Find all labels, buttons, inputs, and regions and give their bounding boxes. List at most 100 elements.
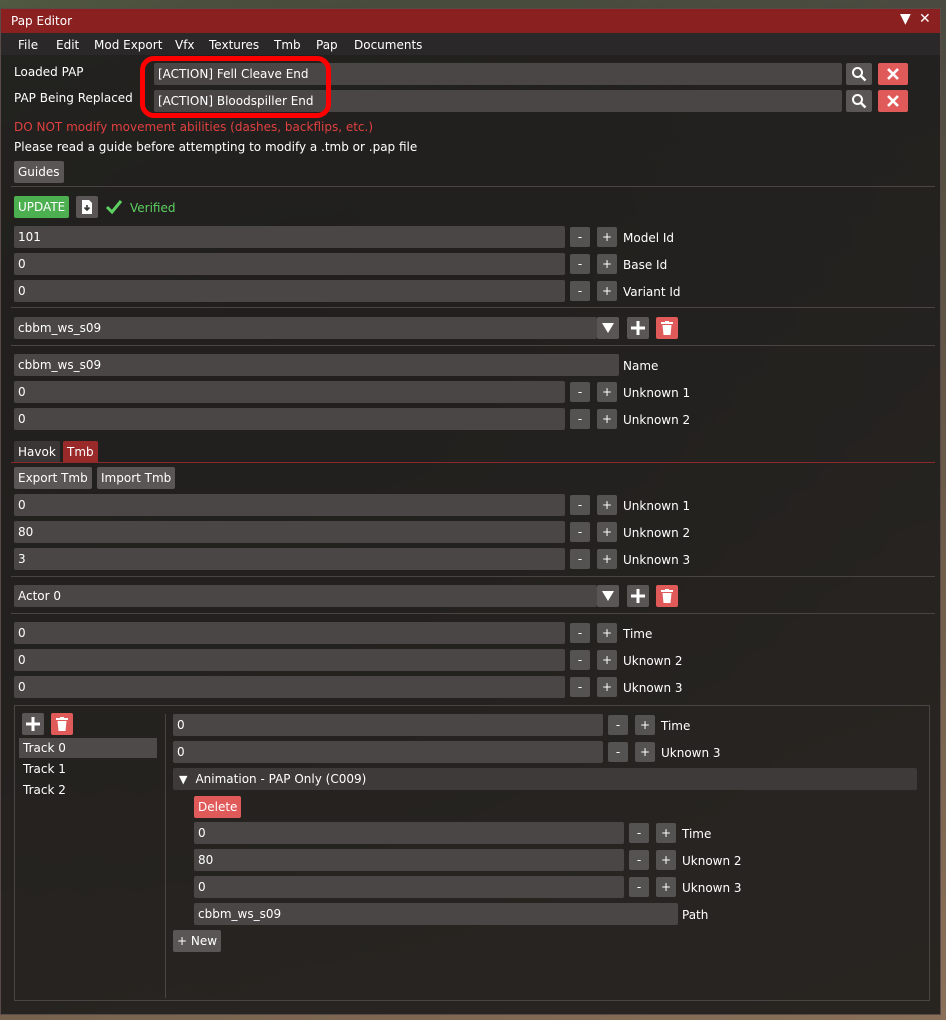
actor-time-increment[interactable]: +: [597, 623, 617, 643]
track-item-2[interactable]: Track 2: [19, 780, 157, 800]
tmb-unknown2-input[interactable]: 80: [14, 521, 565, 543]
tmb-unknown1-decrement[interactable]: -: [570, 495, 590, 515]
model-id-increment[interactable]: +: [597, 227, 617, 247]
update-button[interactable]: UPDATE: [14, 196, 70, 218]
entry-time-input[interactable]: 0: [194, 822, 624, 844]
window-title: Pap Editor: [11, 14, 72, 28]
entry-unknown3-input[interactable]: 0: [194, 876, 624, 898]
replaced-clear-button[interactable]: [878, 90, 908, 112]
menu-textures[interactable]: Textures: [209, 38, 259, 52]
menu-documents[interactable]: Documents: [354, 38, 422, 52]
anim-unknown1-increment[interactable]: +: [597, 382, 617, 402]
export-tmb-button[interactable]: Export Tmb: [14, 467, 92, 489]
track-item-1[interactable]: Track 1: [19, 759, 157, 779]
search-icon: [852, 94, 867, 109]
divider: [11, 613, 935, 614]
actor-unknown3-increment[interactable]: +: [597, 677, 617, 697]
delete-actor-button[interactable]: [656, 585, 678, 607]
track-time-input[interactable]: 0: [173, 714, 603, 736]
actor-time-input[interactable]: 0: [14, 622, 565, 644]
tmb-unknown3-label: Unknown 3: [623, 553, 691, 567]
menu-file[interactable]: File: [18, 38, 38, 52]
track-unknown3-increment[interactable]: +: [635, 742, 655, 762]
actor-unknown2-input[interactable]: 0: [14, 649, 565, 671]
model-id-input[interactable]: 101: [14, 226, 565, 248]
delete-animation-button[interactable]: [656, 317, 678, 339]
animation-select[interactable]: cbbm_ws_s09: [14, 317, 597, 339]
entry-time-decrement[interactable]: -: [629, 823, 649, 843]
close-icon: [887, 95, 899, 107]
actor-unknown2-decrement[interactable]: -: [570, 650, 590, 670]
menu-edit[interactable]: Edit: [56, 38, 79, 52]
entry-unknown2-decrement[interactable]: -: [629, 850, 649, 870]
anim-name-label: Name: [623, 359, 659, 373]
base-id-input[interactable]: 0: [14, 253, 565, 275]
close-icon[interactable]: ✕: [919, 11, 931, 27]
anim-unknown2-increment[interactable]: +: [597, 409, 617, 429]
tmb-unknown3-increment[interactable]: +: [597, 549, 617, 569]
track-time-decrement[interactable]: -: [608, 715, 628, 735]
variant-id-input[interactable]: 0: [14, 280, 565, 302]
menu-mod-export[interactable]: Mod Export: [94, 38, 162, 52]
loaded-search-button[interactable]: [846, 63, 872, 85]
entry-unknown2-increment[interactable]: +: [656, 850, 676, 870]
entry-unknown3-label: Uknown 3: [682, 881, 742, 895]
track-unknown3-decrement[interactable]: -: [608, 742, 628, 762]
guides-button[interactable]: Guides: [14, 161, 64, 183]
anim-unknown1-decrement[interactable]: -: [570, 382, 590, 402]
menu-vfx[interactable]: Vfx: [175, 38, 195, 52]
actor-select[interactable]: Actor 0: [14, 585, 597, 607]
chevron-down-icon: ▼: [179, 773, 188, 786]
actor-select-dropdown[interactable]: [597, 585, 619, 607]
menu-tmb[interactable]: Tmb: [274, 38, 301, 52]
entry-time-increment[interactable]: +: [656, 823, 676, 843]
actor-unknown3-decrement[interactable]: -: [570, 677, 590, 697]
entry-unknown3-increment[interactable]: +: [656, 877, 676, 897]
file-download-button[interactable]: [76, 196, 98, 218]
menu-pap[interactable]: Pap: [316, 38, 338, 52]
model-id-decrement[interactable]: -: [570, 227, 590, 247]
track-item-0[interactable]: Track 0: [19, 738, 157, 758]
entry-header[interactable]: ▼ Animation - PAP Only (C009): [173, 768, 917, 790]
anim-unknown2-input[interactable]: 0: [14, 408, 565, 430]
vertical-divider: [165, 714, 166, 998]
add-actor-button[interactable]: [627, 585, 649, 607]
entry-unknown2-input[interactable]: 80: [194, 849, 624, 871]
import-tmb-button[interactable]: Import Tmb: [97, 467, 176, 489]
base-id-decrement[interactable]: -: [570, 254, 590, 274]
file-download-icon: [82, 200, 92, 214]
track-unknown3-input[interactable]: 0: [173, 741, 603, 763]
anim-name-input[interactable]: cbbm_ws_s09: [14, 354, 619, 376]
actor-unknown2-increment[interactable]: +: [597, 650, 617, 670]
anim-unknown1-input[interactable]: 0: [14, 381, 565, 403]
anim-unknown2-decrement[interactable]: -: [570, 409, 590, 429]
tmb-unknown1-input[interactable]: 0: [14, 494, 565, 516]
tab-tmb[interactable]: Tmb: [63, 441, 98, 463]
entry-header-label: Animation - PAP Only (C009): [195, 772, 367, 786]
replaced-search-button[interactable]: [846, 90, 872, 112]
delete-entry-button[interactable]: Delete: [194, 796, 242, 818]
tab-havok[interactable]: Havok: [14, 441, 60, 463]
tmb-unknown3-input[interactable]: 3: [14, 548, 565, 570]
add-animation-button[interactable]: [627, 317, 649, 339]
entry-unknown3-decrement[interactable]: -: [629, 877, 649, 897]
new-entry-button[interactable]: + New: [173, 930, 222, 952]
base-id-increment[interactable]: +: [597, 254, 617, 274]
delete-track-button[interactable]: [51, 713, 73, 735]
variant-id-increment[interactable]: +: [597, 281, 617, 301]
entry-path-input[interactable]: cbbm_ws_s09: [194, 903, 678, 925]
titlebar[interactable]: Pap Editor ▼ ✕: [1, 9, 940, 33]
actor-unknown3-input[interactable]: 0: [14, 676, 565, 698]
tmb-unknown1-increment[interactable]: +: [597, 495, 617, 515]
warning-text: DO NOT modify movement abilities (dashes…: [14, 120, 374, 134]
loaded-clear-button[interactable]: [878, 63, 908, 85]
collapse-icon[interactable]: ▼: [900, 11, 911, 27]
actor-time-decrement[interactable]: -: [570, 623, 590, 643]
add-track-button[interactable]: [22, 713, 44, 735]
track-time-increment[interactable]: +: [635, 715, 655, 735]
tmb-unknown3-decrement[interactable]: -: [570, 549, 590, 569]
variant-id-decrement[interactable]: -: [570, 281, 590, 301]
tmb-unknown2-decrement[interactable]: -: [570, 522, 590, 542]
animation-select-dropdown[interactable]: [597, 317, 619, 339]
tmb-unknown2-increment[interactable]: +: [597, 522, 617, 542]
